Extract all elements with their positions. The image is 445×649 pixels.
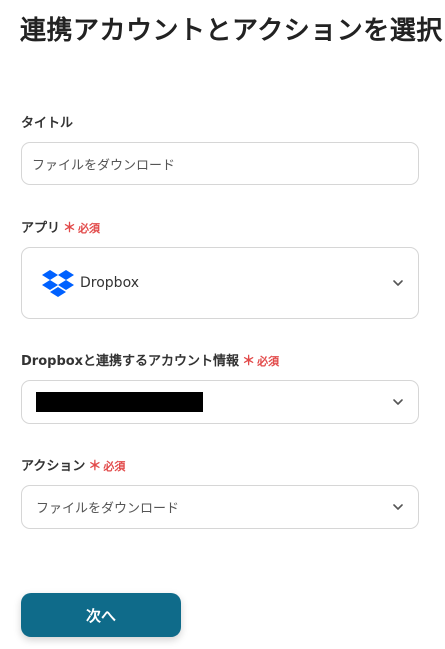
required-star: ＊ — [63, 221, 77, 236]
chevron-down-icon — [393, 504, 403, 510]
title-input-value: ファイルをダウンロード — [32, 158, 176, 173]
dropbox-icon — [42, 270, 74, 297]
action-select-value: ファイルをダウンロード — [36, 501, 180, 517]
required-badge: ＊必須 — [88, 459, 126, 474]
account-label-text: Dropboxと連携するアカウント情報 — [21, 354, 240, 369]
page: 連携アカウントとアクションを選択 タイトル ファイルをダウンロード アプリ＊必須… — [0, 0, 445, 649]
required-text: 必須 — [78, 222, 101, 235]
title-input[interactable]: ファイルをダウンロード — [21, 142, 419, 185]
required-text: 必須 — [103, 460, 126, 473]
required-text: 必須 — [257, 355, 280, 368]
account-select[interactable] — [21, 380, 419, 424]
app-select[interactable]: Dropbox — [21, 247, 419, 319]
action-select[interactable]: ファイルをダウンロード — [21, 485, 419, 529]
page-title: 連携アカウントとアクションを選択 — [20, 16, 443, 46]
app-label: アプリ＊必須 — [21, 220, 100, 238]
chevron-down-icon — [393, 399, 403, 405]
app-select-value: Dropbox — [80, 275, 139, 291]
action-label: アクション＊必須 — [21, 458, 125, 476]
app-label-text: アプリ — [21, 221, 61, 236]
required-badge: ＊必須 — [242, 354, 280, 369]
required-star: ＊ — [88, 459, 102, 474]
action-label-text: アクション — [21, 459, 86, 474]
title-label-text: タイトル — [21, 116, 74, 131]
title-label: タイトル — [21, 115, 73, 133]
required-star: ＊ — [242, 354, 256, 369]
required-badge: ＊必須 — [63, 221, 101, 236]
chevron-down-icon — [393, 280, 403, 286]
account-label: Dropboxと連携するアカウント情報＊必須 — [21, 353, 279, 371]
next-button[interactable]: 次へ — [21, 593, 181, 637]
redacted-account-value — [36, 392, 203, 412]
